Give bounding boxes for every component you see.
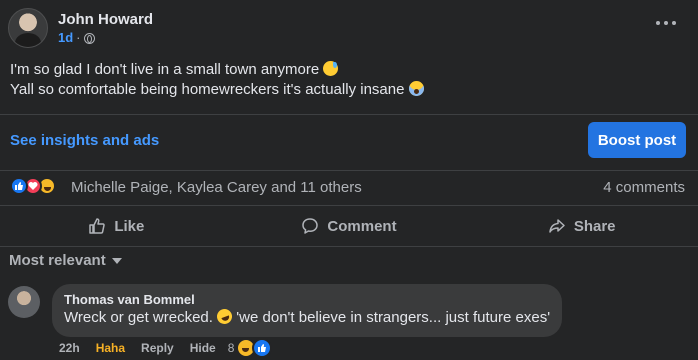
post-header: John Howard 1d · (8, 8, 153, 48)
reply-button[interactable]: Reply (141, 341, 174, 355)
post-meta: 1d · (58, 30, 153, 46)
post-time[interactable]: 1d (58, 30, 73, 46)
comment-text-part-2: 'we don't believe in strangers... just f… (236, 309, 551, 326)
divider (0, 205, 698, 206)
comment-bubble: Thomas van Bommel Wreck or get wrecked. … (52, 284, 563, 337)
comment-text-part-1: Wreck or get wrecked. (64, 309, 213, 326)
divider (0, 114, 698, 115)
share-label: Share (573, 217, 616, 235)
comment-avatar[interactable] (8, 286, 40, 318)
avatar[interactable] (8, 8, 48, 48)
comment-button[interactable]: Comment (233, 208, 466, 244)
comment-reaction-summary[interactable]: 8 (227, 338, 273, 358)
divider (0, 246, 698, 247)
rofl-emoji-icon (215, 306, 235, 327)
post-line-1: I'm so glad I don't live in a small town… (10, 60, 424, 80)
like-reaction-icon (252, 338, 273, 358)
divider (0, 170, 698, 171)
meta-separator: · (76, 30, 81, 45)
author-name[interactable]: John Howard (58, 10, 153, 30)
post-line-1-text: I'm so glad I don't live in a small town… (10, 61, 320, 78)
reaction-icons[interactable] (10, 177, 56, 195)
sort-label: Most relevant (9, 252, 106, 269)
scream-emoji-icon (408, 81, 424, 96)
post-line-2-text: Yall so comfortable being homewreckers i… (10, 81, 405, 98)
post-body: I'm so glad I don't live in a small town… (10, 60, 424, 100)
comment-sort-dropdown[interactable]: Most relevant (9, 252, 122, 269)
share-button[interactable]: Share (465, 208, 698, 244)
more-options-icon[interactable] (656, 16, 676, 30)
caret-down-icon (111, 257, 122, 264)
like-reaction-icon (10, 177, 28, 195)
insights-row: See insights and ads Boost post (0, 120, 698, 166)
comment-author[interactable]: Thomas van Bommel (64, 292, 550, 308)
hide-button[interactable]: Hide (190, 341, 216, 355)
comment-count[interactable]: 4 comments (603, 179, 685, 196)
post-line-2: Yall so comfortable being homewreckers i… (10, 80, 424, 100)
post-actions: Like Comment Share (0, 208, 698, 244)
post-header-text: John Howard 1d · (58, 10, 153, 46)
sweat-smile-emoji-icon (323, 61, 339, 76)
post-card: John Howard 1d · I'm so glad I don't liv… (0, 0, 698, 360)
like-icon (89, 218, 106, 234)
like-button[interactable]: Like (0, 208, 233, 244)
reactions-row: Michelle Paige, Kaylea Carey and 11 othe… (0, 174, 698, 200)
comment-reaction-count: 8 (227, 341, 235, 355)
comment-time[interactable]: 22h (59, 341, 80, 355)
comment: Thomas van Bommel Wreck or get wrecked. … (8, 284, 563, 337)
share-icon (549, 219, 565, 233)
comment-label: Comment (327, 217, 397, 235)
boost-post-button[interactable]: Boost post (588, 122, 686, 158)
reaction-names[interactable]: Michelle Paige, Kaylea Carey and 11 othe… (71, 179, 362, 196)
comment-text: Wreck or get wrecked. 'we don't believe … (64, 306, 551, 328)
comment-reaction-button[interactable]: Haha (96, 341, 125, 355)
comment-actions: 22h Haha Reply Hide 8 (59, 338, 273, 358)
like-label: Like (114, 217, 145, 235)
globe-icon (83, 32, 95, 44)
comment-icon (302, 218, 319, 234)
see-insights-link[interactable]: See insights and ads (10, 132, 159, 149)
